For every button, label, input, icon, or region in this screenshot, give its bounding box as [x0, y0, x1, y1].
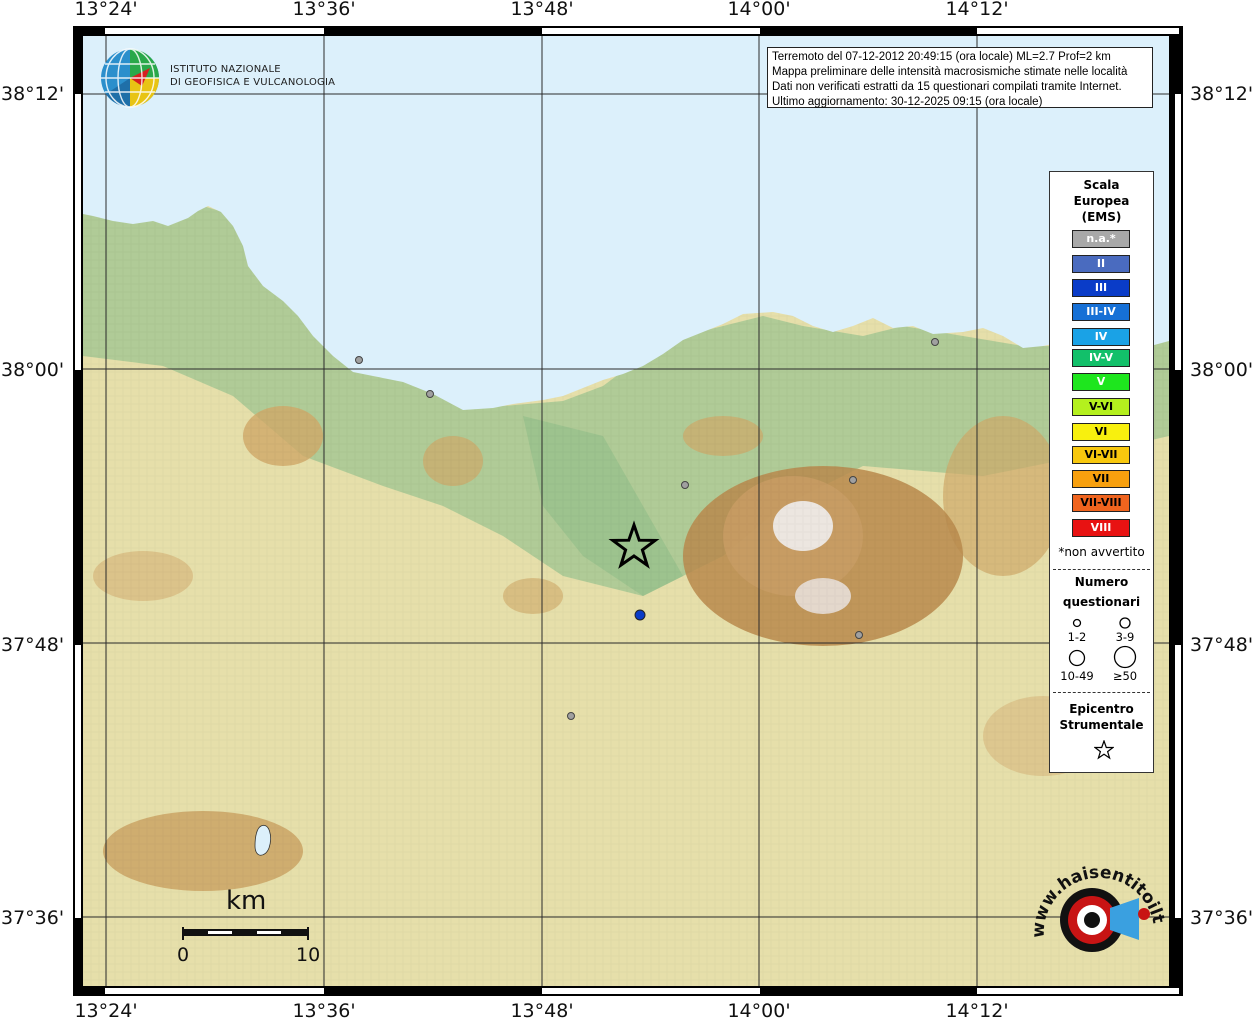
scale-end: 10	[296, 944, 321, 966]
not-felt-point	[681, 481, 689, 489]
last-update: Ultimo aggiornamento: 30-12-2025 09:15 (…	[772, 96, 1043, 108]
institute-line1: ISTITUTO NAZIONALE	[170, 64, 281, 75]
legend-swatch-II: II	[1072, 255, 1130, 273]
legend-title-2: Europea	[1073, 194, 1130, 208]
count-size-10-49: 10-49	[1060, 669, 1094, 683]
not-felt-point	[855, 631, 863, 639]
bottom-lon-tick: 14°12'	[945, 1000, 1009, 1022]
legend-separator	[1053, 692, 1150, 693]
data-note: Dati non verificati estratti da 15 quest…	[772, 81, 1122, 93]
legend-swatch-V-VI: V-VI	[1072, 398, 1130, 416]
legend-swatch-III: III	[1072, 279, 1130, 297]
legend-title-1: Scala	[1083, 178, 1120, 192]
intensity-point-III	[634, 609, 646, 621]
legend-swatch-VI-VII: VI-VII	[1072, 446, 1130, 464]
legend-swatch-III-IV: III-IV	[1072, 303, 1130, 321]
legend: Scala Europea (EMS) n.a.* II III III-IV …	[1049, 171, 1154, 773]
count-size-3-9: 3-9	[1115, 630, 1135, 644]
not-felt-point	[931, 338, 939, 346]
institute-name: ISTITUTO NAZIONALE DI GEOFISICA E VULCAN…	[170, 63, 335, 89]
legend-swatch-VII-VIII: VII-VIII	[1072, 494, 1130, 512]
not-felt-point	[426, 390, 434, 398]
legend-title-3: (EMS)	[1081, 210, 1122, 224]
left-lat-tick: 37°48'	[1, 634, 65, 656]
bottom-lon-tick: 13°48'	[510, 1000, 574, 1022]
right-lat-tick: 38°00'	[1190, 359, 1254, 381]
legend-swatch-VII: VII	[1072, 470, 1130, 488]
not-felt-point	[355, 356, 363, 364]
left-lat-tick: 37°36'	[1, 907, 65, 929]
legend-swatch-IV-V: IV-V	[1072, 349, 1130, 367]
legend-swatch-IV: IV	[1072, 328, 1130, 346]
epicenter-title-1: Epicentro	[1069, 702, 1134, 716]
left-lat-tick: 38°00'	[1, 359, 65, 381]
bottom-lon-tick: 13°24'	[74, 1000, 138, 1022]
right-lat-tick: 37°48'	[1190, 634, 1254, 656]
right-lat-tick: 37°36'	[1190, 907, 1254, 929]
not-felt-note: *non avvertito	[1058, 545, 1145, 559]
count-size-50plus: ≥50	[1112, 669, 1138, 683]
top-lon-tick: 14°00'	[727, 0, 791, 20]
right-lat-tick: 38°12'	[1190, 83, 1254, 105]
left-lat-tick: 38°12'	[1, 83, 65, 105]
not-felt-point	[567, 712, 575, 720]
count-size-1-2: 1-2	[1067, 630, 1087, 644]
institute-line2: DI GEOFISICA E VULCANOLOGIA	[170, 77, 336, 88]
top-lon-tick: 13°24'	[74, 0, 138, 20]
scale-unit: km	[226, 886, 267, 916]
scale-start: 0	[177, 944, 190, 966]
legend-swatch-VI: VI	[1072, 423, 1130, 441]
legend-swatch-VIII: VIII	[1072, 519, 1130, 537]
top-lon-tick: 14°12'	[945, 0, 1009, 20]
scale-bar	[182, 927, 309, 940]
top-lon-tick: 13°48'	[510, 0, 574, 20]
map-area[interactable]	[83, 36, 1169, 986]
legend-swatch-V: V	[1072, 373, 1130, 391]
bottom-lon-tick: 13°36'	[292, 1000, 356, 1022]
legend-separator	[1053, 569, 1150, 570]
top-lon-tick: 13°36'	[292, 0, 356, 20]
map-description: Mappa preliminare delle intensità macros…	[772, 66, 1128, 78]
epicenter-title-2: Strumentale	[1059, 718, 1144, 732]
event-info-box: Terremoto del 07-12-2012 20:49:15 (ora l…	[767, 47, 1153, 108]
haisentito-logo: www.haisentitoilterremoto.it	[1024, 858, 1168, 952]
not-felt-point	[849, 476, 857, 484]
legend-swatch-na: n.a.*	[1072, 230, 1130, 248]
event-line: Terremoto del 07-12-2012 20:49:15 (ora l…	[772, 51, 1111, 63]
bottom-lon-tick: 14°00'	[727, 1000, 791, 1022]
epicenter-star-icon	[1094, 740, 1114, 760]
count-title-1: Numero	[1074, 575, 1129, 589]
terrain-map	[83, 36, 1169, 986]
count-title-2: questionari	[1062, 595, 1141, 609]
